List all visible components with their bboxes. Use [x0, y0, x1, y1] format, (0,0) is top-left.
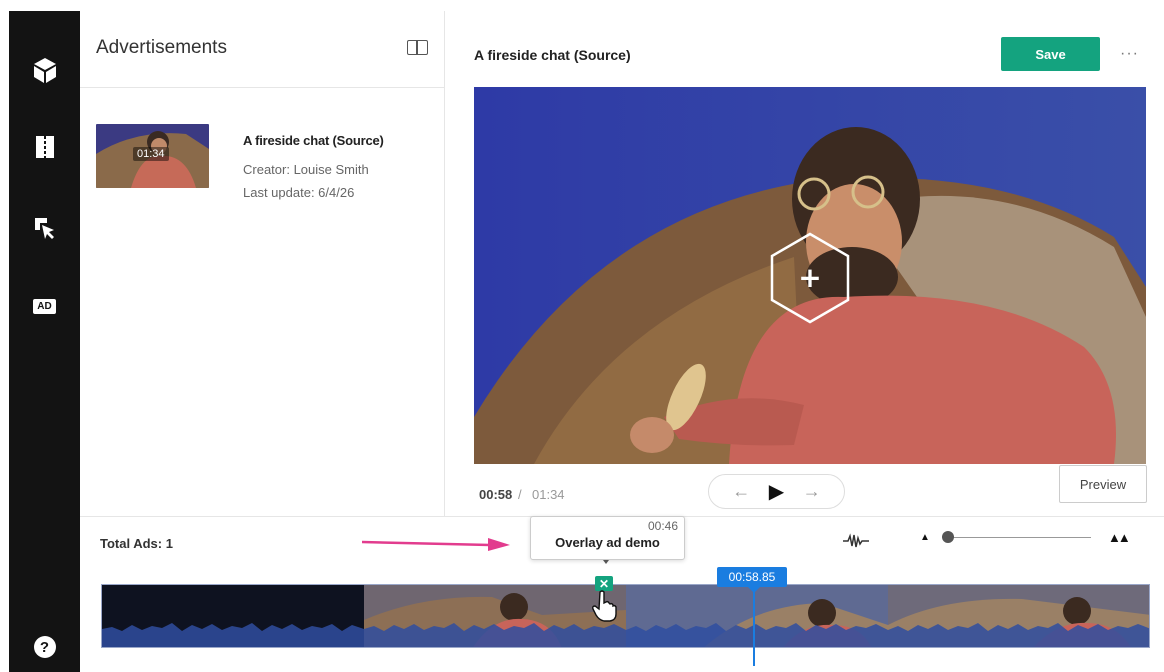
- waveform-icon[interactable]: [843, 533, 869, 549]
- tooltip-label: Overlay ad demo: [555, 535, 660, 550]
- save-button[interactable]: Save: [1001, 37, 1100, 71]
- zoom-slider[interactable]: [944, 537, 1091, 538]
- add-overlay-icon: +: [798, 261, 821, 294]
- playhead-time[interactable]: 00:58.85: [717, 567, 787, 587]
- interactive-cursor-icon[interactable]: [9, 215, 80, 241]
- current-time: 00:58: [479, 487, 513, 502]
- time-separator: /: [518, 487, 522, 502]
- timeline-strip[interactable]: [101, 584, 1150, 648]
- playhead-caret: [748, 587, 760, 593]
- zoom-in-icon[interactable]: ▲▲: [1108, 530, 1131, 545]
- annotation-arrow-icon: [362, 538, 510, 551]
- help-label: ?: [33, 636, 56, 658]
- more-options-icon[interactable]: ···: [1120, 45, 1139, 63]
- tooltip-caret: [603, 560, 609, 564]
- card-creator: Creator: Louise Smith: [243, 162, 369, 177]
- cube-icon[interactable]: [9, 56, 80, 84]
- ad-marker-icon[interactable]: ✕: [595, 576, 613, 591]
- card-title: A fireside chat (Source): [243, 133, 384, 148]
- total-time: 01:34: [532, 487, 565, 502]
- zoom-slider-knob[interactable]: [942, 531, 954, 543]
- step-forward-icon[interactable]: →: [803, 481, 821, 502]
- total-ads-label: Total Ads: 1: [100, 536, 173, 551]
- advertisements-panel: Advertisements 01:34 A fireside chat (So…: [80, 11, 445, 516]
- panel-title: Advertisements: [96, 37, 227, 58]
- player-title: A fireside chat (Source): [474, 47, 631, 63]
- play-icon[interactable]: ▶: [769, 479, 784, 504]
- step-back-icon[interactable]: ←: [732, 481, 750, 502]
- playback-controls: ← ▶ →: [708, 474, 845, 509]
- preview-button[interactable]: Preview: [1059, 465, 1147, 503]
- zoom-out-icon[interactable]: ▲: [920, 532, 930, 543]
- nav-rail: AD ?: [9, 11, 80, 672]
- ad-icon[interactable]: AD: [9, 299, 80, 314]
- tooltip-time: 00:46: [647, 519, 678, 533]
- video-player[interactable]: +: [474, 87, 1146, 464]
- divider: [80, 87, 444, 88]
- ad-tooltip: 00:46 Overlay ad demo: [530, 516, 685, 560]
- video-thumbnail[interactable]: 01:34: [96, 124, 209, 188]
- help-icon[interactable]: ?: [9, 636, 80, 658]
- thumbnail-duration: 01:34: [133, 147, 169, 161]
- video-card[interactable]: 01:34 A fireside chat (Source) Creator: …: [96, 124, 396, 200]
- panel-toggle-icon[interactable]: [407, 40, 428, 55]
- split-icon[interactable]: [9, 135, 80, 159]
- ad-badge: AD: [33, 299, 56, 314]
- hand-cursor-icon: [592, 590, 617, 622]
- card-last-update: Last update: 6/4/26: [243, 185, 355, 200]
- playhead-line[interactable]: [753, 592, 755, 666]
